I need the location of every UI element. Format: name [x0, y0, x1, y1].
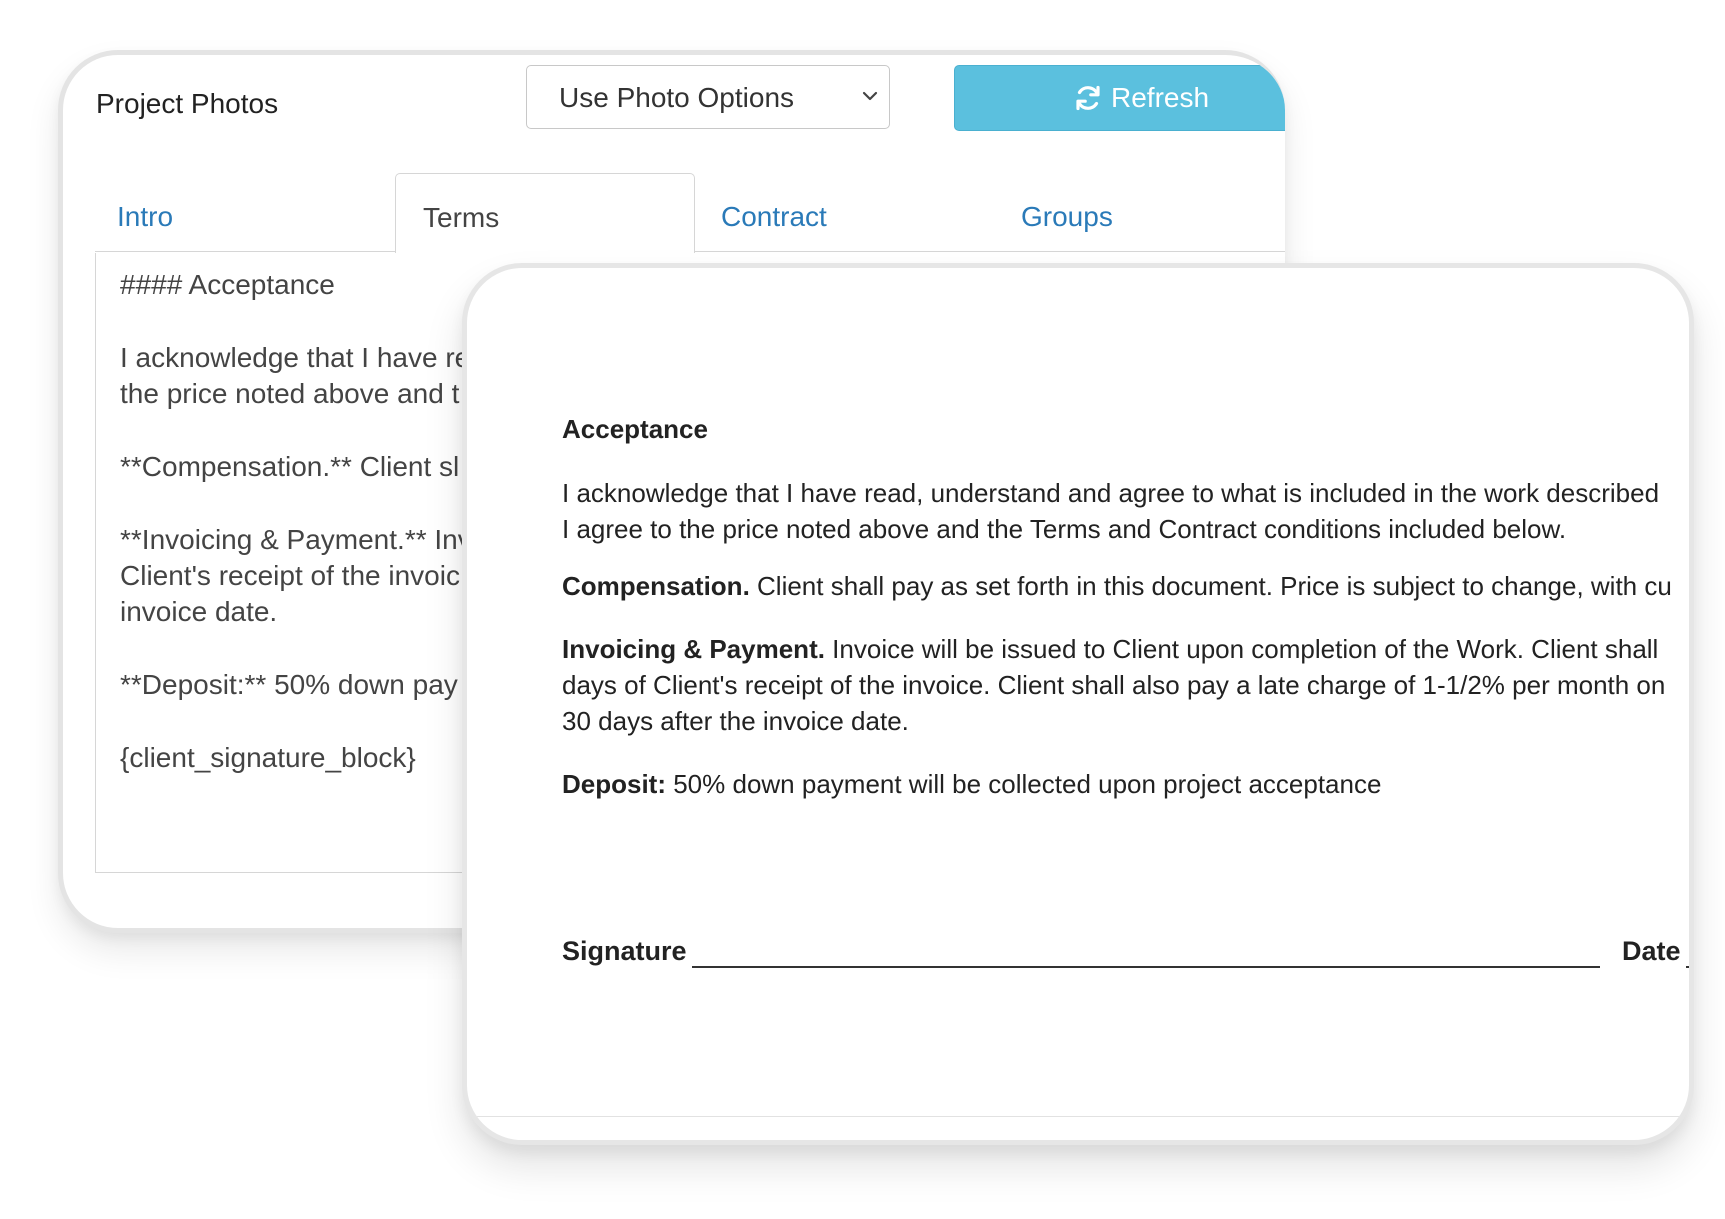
tab-divider-right [695, 251, 1285, 252]
refresh-label: Refresh [1111, 82, 1210, 113]
invoicing-label: Invoicing & Payment. [562, 634, 825, 664]
tab-groups[interactable]: Groups [995, 173, 1285, 251]
tab-contract-label: Contract [721, 201, 827, 232]
terms-preview: Acceptance I acknowledge that I have rea… [562, 268, 1689, 1140]
editor-line: the price noted above and t [120, 378, 460, 409]
preview-invoicing-line: 30 days after the invoice date. [562, 706, 909, 736]
compensation-text: Client shall pay as set forth in this do… [749, 571, 1672, 601]
preview-acceptance-line: I acknowledge that I have read, understa… [562, 478, 1660, 508]
photo-options-select[interactable]: Use Photo Options [526, 65, 890, 129]
preview-bottom-divider [475, 1116, 1689, 1117]
screenshot-stage: Project Photos Use Photo Options Refresh… [0, 0, 1725, 1219]
date-label: Date [1622, 936, 1681, 966]
tab-groups-label: Groups [1021, 201, 1113, 232]
signature-line [692, 966, 1600, 968]
editor-line: {client_signature_block} [120, 742, 416, 773]
preview-acceptance-line: I agree to the price noted above and the… [562, 514, 1567, 544]
preview-invoicing: Invoicing & Payment. Invoice will be iss… [562, 631, 1658, 667]
tab-terms[interactable]: Terms [395, 173, 695, 253]
editor-line: I acknowledge that I have re [120, 342, 471, 373]
tab-intro[interactable]: Intro [95, 173, 395, 251]
editor-line: **Deposit:** 50% down pay [120, 669, 458, 700]
tab-terms-label: Terms [423, 202, 500, 233]
editor-line: #### Acceptance [120, 269, 335, 300]
tab-divider-left [95, 251, 395, 252]
editor-line: Client's receipt of the invoic [120, 560, 460, 591]
chevron-down-icon [861, 84, 881, 108]
tab-intro-label: Intro [117, 201, 174, 232]
preview-invoicing-line: days of Client's receipt of the invoice.… [562, 670, 1666, 700]
project-photos-title: Project Photos [96, 88, 279, 119]
signature-label: Signature [562, 936, 687, 966]
editor-line: invoice date. [120, 596, 278, 627]
card-header: Project Photos Use Photo Options Refresh [63, 55, 1285, 165]
tab-contract[interactable]: Contract [695, 173, 995, 251]
invoicing-text: Invoice will be issued to Client upon co… [824, 634, 1659, 664]
preview-compensation: Compensation. Client shall pay as set fo… [562, 568, 1672, 604]
terms-preview-card: Acceptance I acknowledge that I have rea… [462, 263, 1694, 1145]
deposit-label: Deposit: [562, 769, 666, 799]
deposit-text: 50% down payment will be collected upon … [666, 769, 1382, 799]
preview-heading: Acceptance [562, 414, 708, 444]
refresh-icon [1073, 83, 1103, 113]
date-line [1686, 966, 1689, 968]
compensation-label: Compensation. [562, 571, 750, 601]
editor-line: **Invoicing & Payment.** Inv [120, 524, 472, 555]
editor-line: **Compensation.** Client sl [120, 451, 460, 482]
photo-options-select-value: Use Photo Options [559, 82, 795, 113]
refresh-button[interactable]: Refresh [954, 65, 1285, 131]
preview-deposit: Deposit: 50% down payment will be collec… [562, 766, 1381, 802]
